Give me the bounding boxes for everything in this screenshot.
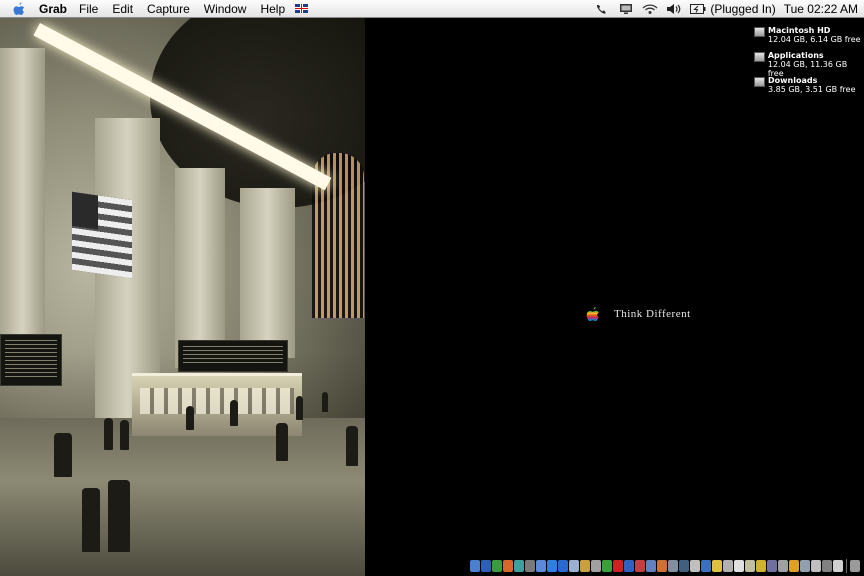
dock-separator bbox=[846, 559, 847, 573]
departure-board bbox=[0, 334, 62, 386]
dreamweaver-icon[interactable] bbox=[514, 560, 524, 572]
phone-icon[interactable] bbox=[594, 2, 610, 16]
ie-icon[interactable] bbox=[558, 560, 568, 572]
app-icon[interactable] bbox=[602, 560, 612, 572]
menu-edit[interactable]: Edit bbox=[112, 2, 133, 16]
app-icon[interactable] bbox=[734, 560, 744, 572]
departure-board bbox=[178, 340, 288, 372]
app-icon[interactable] bbox=[690, 560, 700, 572]
volume-icon[interactable] bbox=[666, 2, 682, 16]
disk-name: Macintosh HD bbox=[768, 26, 831, 35]
disk-downloads[interactable]: Downloads 3.85 GB, 3.51 GB free bbox=[754, 76, 856, 94]
app-icon[interactable] bbox=[811, 560, 821, 572]
wallpaper-photo bbox=[0, 18, 365, 576]
word-icon[interactable] bbox=[481, 560, 491, 572]
finder-icon[interactable] bbox=[470, 560, 480, 572]
battery-icon[interactable] bbox=[690, 2, 706, 16]
app-icon[interactable] bbox=[767, 560, 777, 572]
person-silhouette bbox=[108, 480, 130, 552]
app-icon[interactable] bbox=[613, 560, 623, 572]
app-icon[interactable] bbox=[789, 560, 799, 572]
app-icon[interactable] bbox=[591, 560, 601, 572]
app-icon[interactable] bbox=[800, 560, 810, 572]
app-icon[interactable] bbox=[745, 560, 755, 572]
disk-applications[interactable]: Applications 12.04 GB, 11.36 GB free bbox=[754, 51, 864, 78]
app-icon[interactable] bbox=[679, 560, 689, 572]
app-icon[interactable] bbox=[536, 560, 546, 572]
display-icon[interactable] bbox=[618, 2, 634, 16]
person-silhouette bbox=[82, 488, 100, 552]
hard-disk-icon bbox=[754, 27, 765, 37]
disk-info: 12.04 GB, 6.14 GB free bbox=[768, 35, 861, 44]
menu-help[interactable]: Help bbox=[260, 2, 285, 16]
trash-icon[interactable] bbox=[850, 560, 860, 572]
person-silhouette bbox=[120, 420, 129, 450]
person-silhouette bbox=[186, 406, 194, 430]
disk-info: 3.85 GB, 3.51 GB free bbox=[768, 85, 856, 94]
menu-file[interactable]: File bbox=[79, 2, 98, 16]
person-silhouette bbox=[296, 396, 303, 420]
app-icon[interactable] bbox=[624, 560, 634, 572]
disk-name: Downloads bbox=[768, 76, 818, 85]
apple-menu-icon[interactable] bbox=[12, 2, 26, 16]
disk-name: Applications bbox=[767, 51, 824, 60]
app-icon[interactable] bbox=[701, 560, 711, 572]
excel-icon[interactable] bbox=[492, 560, 502, 572]
hard-disk-icon bbox=[754, 77, 765, 87]
app-icon[interactable] bbox=[525, 560, 535, 572]
person-silhouette bbox=[276, 423, 288, 461]
app-icon[interactable] bbox=[778, 560, 788, 572]
app-icon[interactable] bbox=[756, 560, 766, 572]
menu-capture[interactable]: Capture bbox=[147, 2, 190, 16]
disk-macintosh-hd[interactable]: Macintosh HD 12.04 GB, 6.14 GB free bbox=[754, 26, 861, 44]
person-silhouette bbox=[54, 433, 72, 477]
powerpoint-icon[interactable] bbox=[503, 560, 513, 572]
think-different-logo: Think Different bbox=[586, 306, 691, 322]
app-icon[interactable] bbox=[822, 560, 832, 572]
menu-window[interactable]: Window bbox=[204, 2, 247, 16]
app-icon[interactable] bbox=[646, 560, 656, 572]
menu-bar: Grab File Edit Capture Window Help (Plug… bbox=[0, 0, 864, 18]
pillar bbox=[0, 48, 45, 378]
person-silhouette bbox=[230, 400, 238, 426]
person-silhouette bbox=[104, 418, 113, 450]
hard-disk-icon bbox=[754, 52, 765, 62]
app-icon[interactable] bbox=[712, 560, 722, 572]
app-icon[interactable] bbox=[723, 560, 733, 572]
app-icon[interactable] bbox=[580, 560, 590, 572]
dock bbox=[468, 556, 862, 576]
app-menu-grab[interactable]: Grab bbox=[39, 2, 67, 16]
app-icon[interactable] bbox=[833, 560, 843, 572]
app-icon[interactable] bbox=[657, 560, 667, 572]
app-icon[interactable] bbox=[569, 560, 579, 572]
rainbow-apple-logo-icon bbox=[586, 307, 600, 321]
pillar bbox=[240, 188, 295, 358]
person-silhouette bbox=[346, 426, 358, 466]
battery-status[interactable]: (Plugged In) bbox=[710, 2, 775, 16]
tagline: Think Different bbox=[614, 308, 691, 320]
app-icon[interactable] bbox=[635, 560, 645, 572]
menu-clock[interactable]: Tue 02:22 AM bbox=[784, 2, 858, 16]
pillar bbox=[175, 168, 225, 368]
american-flag bbox=[72, 191, 132, 279]
person-silhouette bbox=[322, 392, 328, 412]
safari-icon[interactable] bbox=[547, 560, 557, 572]
input-menu-flag-icon[interactable] bbox=[295, 4, 309, 13]
airport-icon[interactable] bbox=[642, 2, 658, 16]
app-icon[interactable] bbox=[668, 560, 678, 572]
